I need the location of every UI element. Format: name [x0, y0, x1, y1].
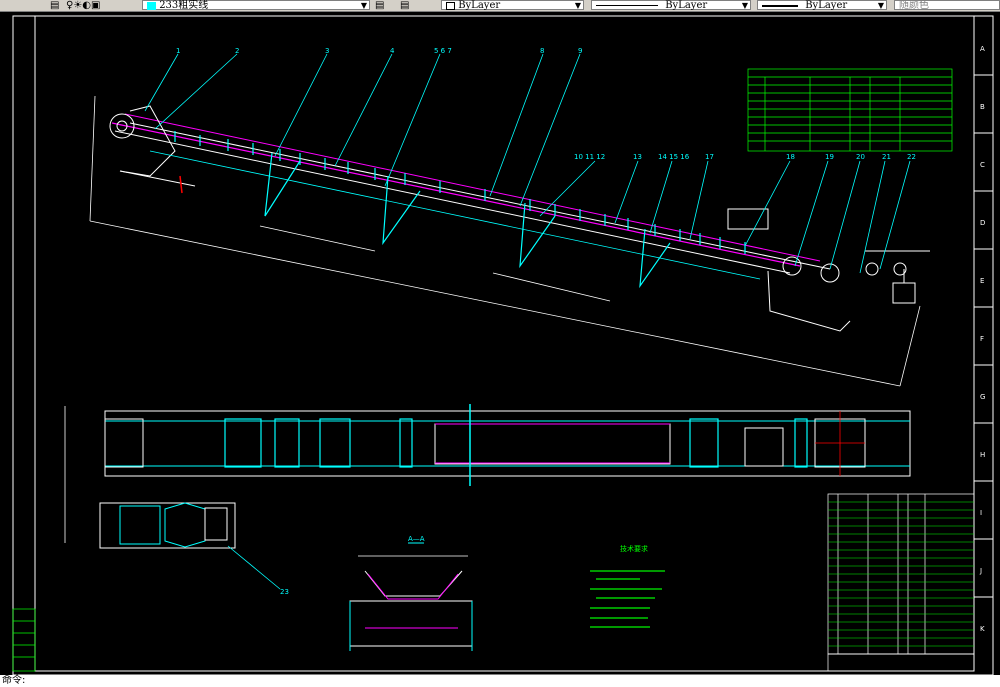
drawing-border [12, 15, 994, 676]
command-prompt: 命令: [2, 675, 26, 686]
svg-text:5 6 7: 5 6 7 [434, 47, 452, 55]
lineweight-value: ByLayer [805, 0, 848, 11]
linetype-sample [596, 5, 658, 6]
make-current-layer-icon[interactable]: ▤ [375, 0, 384, 11]
svg-text:G: G [980, 393, 985, 401]
svg-text:B: B [980, 103, 985, 111]
svg-text:D: D [980, 219, 985, 227]
parts-list-table [827, 493, 975, 672]
spec-table [747, 68, 953, 152]
chevron-down-icon: ▼ [741, 1, 748, 10]
color-dropdown[interactable]: ByLayer ▼ [441, 0, 584, 11]
svg-text:H: H [980, 451, 985, 459]
command-line[interactable]: 命令: [0, 675, 1000, 687]
svg-text:C: C [980, 161, 985, 169]
svg-text:22: 22 [907, 153, 916, 161]
svg-text:19: 19 [825, 153, 834, 161]
svg-text:21: 21 [882, 153, 891, 161]
svg-text:17: 17 [705, 153, 714, 161]
svg-text:I: I [980, 509, 982, 517]
plotstyle-value: 随颜色 [899, 0, 929, 11]
svg-text:E: E [980, 277, 984, 285]
revision-block [12, 608, 36, 672]
svg-text:20: 20 [856, 153, 865, 161]
layer-dropdown[interactable]: 233粗实线 ▼ [142, 0, 370, 11]
svg-text:13: 13 [633, 153, 642, 161]
cad-drawing: A B C D E F G H I J K 1 2 3 4 5 6 7 8 9 … [12, 15, 994, 676]
svg-text:J: J [979, 567, 982, 575]
lineweight-sample [762, 4, 798, 7]
section-label: A—A [408, 535, 425, 543]
layer-color-swatch [147, 2, 156, 10]
conveyor-elevation [89, 95, 930, 387]
svg-text:A: A [980, 45, 985, 53]
chevron-down-icon: ▼ [574, 1, 581, 10]
conveyor-plan-view: 23 [64, 404, 911, 596]
svg-text:3: 3 [325, 47, 329, 55]
parts-list-rows [828, 501, 974, 647]
layer-name: 233粗实线 [159, 0, 209, 11]
svg-text:10 11 12: 10 11 12 [574, 153, 605, 161]
chevron-down-icon: ▼ [360, 1, 367, 10]
linetype-value: ByLayer [665, 0, 708, 11]
svg-text:4: 4 [390, 47, 395, 55]
svg-text:18: 18 [786, 153, 795, 161]
svg-text:9: 9 [578, 47, 582, 55]
leader-lines [144, 53, 911, 274]
technical-notes: 技术要求 [590, 544, 665, 628]
notes-title: 技术要求 [620, 544, 648, 553]
chevron-down-icon: ▼ [877, 1, 884, 10]
lineweight-dropdown[interactable]: ByLayer ▼ [757, 0, 887, 11]
svg-text:14 15 16: 14 15 16 [658, 153, 690, 161]
color-value: ByLayer [458, 0, 501, 11]
svg-text:8: 8 [540, 47, 544, 55]
svg-text:1: 1 [176, 47, 180, 55]
drive-callout-label: 23 [280, 588, 289, 596]
color-swatch [446, 2, 455, 10]
layer-manager-icon[interactable]: ▤ [50, 0, 59, 11]
part-number-labels: 1 2 3 4 5 6 7 8 9 10 11 12 13 14 15 16 1… [176, 47, 916, 161]
svg-text:K: K [980, 625, 985, 633]
svg-text:2: 2 [235, 47, 239, 55]
linetype-dropdown[interactable]: ByLayer ▼ [591, 0, 751, 11]
svg-text:F: F [980, 335, 984, 343]
drawing-canvas[interactable]: A B C D E F G H I J K 1 2 3 4 5 6 7 8 9 … [0, 11, 1000, 676]
plotstyle-dropdown[interactable]: 随颜色 [894, 0, 1000, 11]
layer-previous-icon[interactable]: ▤ [400, 0, 409, 11]
section-a-a: A—A [349, 535, 473, 651]
layer-state-icons: ♀☀◐▣ [66, 0, 101, 11]
